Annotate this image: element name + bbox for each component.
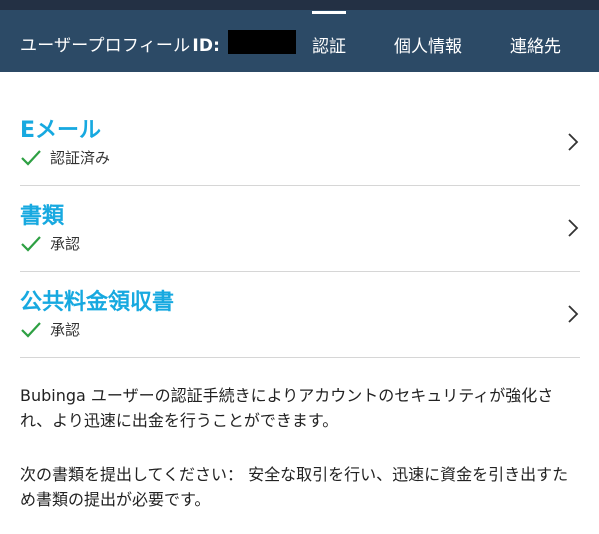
verification-item-documents[interactable]: 書類 承認 bbox=[20, 186, 580, 272]
check-icon bbox=[21, 321, 41, 338]
item-title: 書類 bbox=[20, 204, 65, 229]
status-text: 承認 bbox=[50, 235, 81, 253]
tab-personal-info[interactable]: 個人情報 bbox=[394, 32, 462, 57]
requirements-paragraph: 次の書類を提出してください： 安全な取引を行い、迅速に資金を引き出すため書類の提… bbox=[20, 465, 569, 509]
profile-header: ユーザープロフィール ID: 認証 個人情報 連絡先 bbox=[0, 10, 599, 72]
chevron-right-icon[interactable] bbox=[566, 131, 580, 153]
user-id-label: ID: bbox=[192, 36, 221, 56]
tab-contacts[interactable]: 連絡先 bbox=[510, 32, 561, 57]
item-title: Eメール bbox=[20, 118, 102, 143]
item-status: 承認 bbox=[20, 319, 80, 340]
verification-item-email[interactable]: Eメール 認証済み bbox=[20, 100, 580, 186]
check-icon bbox=[21, 235, 41, 252]
verification-item-utility-bill[interactable]: 公共料金領収書 承認 bbox=[20, 272, 580, 358]
item-status: 認証済み bbox=[20, 147, 110, 168]
status-text: 承認 bbox=[50, 321, 81, 339]
tab-verification[interactable]: 認証 bbox=[312, 11, 346, 57]
chevron-right-icon[interactable] bbox=[566, 217, 580, 239]
redacted-user-id bbox=[228, 30, 296, 54]
description-paragraph: Bubinga ユーザーの認証手続きによりアカウントのセキュリティが強化され、よ… bbox=[20, 386, 554, 430]
item-status: 承認 bbox=[20, 233, 80, 254]
chevron-right-icon[interactable] bbox=[566, 303, 580, 325]
status-text: 認証済み bbox=[50, 149, 111, 167]
item-title: 公共料金領収書 bbox=[20, 290, 175, 315]
page-title-text: ユーザープロフィール bbox=[20, 36, 191, 56]
top-strip bbox=[0, 0, 599, 10]
verification-list: Eメール 認証済み 書類 承認 公共料金領収書 承認 bbox=[20, 100, 580, 358]
check-icon bbox=[21, 149, 41, 166]
page-title: ユーザープロフィール ID: bbox=[20, 31, 220, 56]
